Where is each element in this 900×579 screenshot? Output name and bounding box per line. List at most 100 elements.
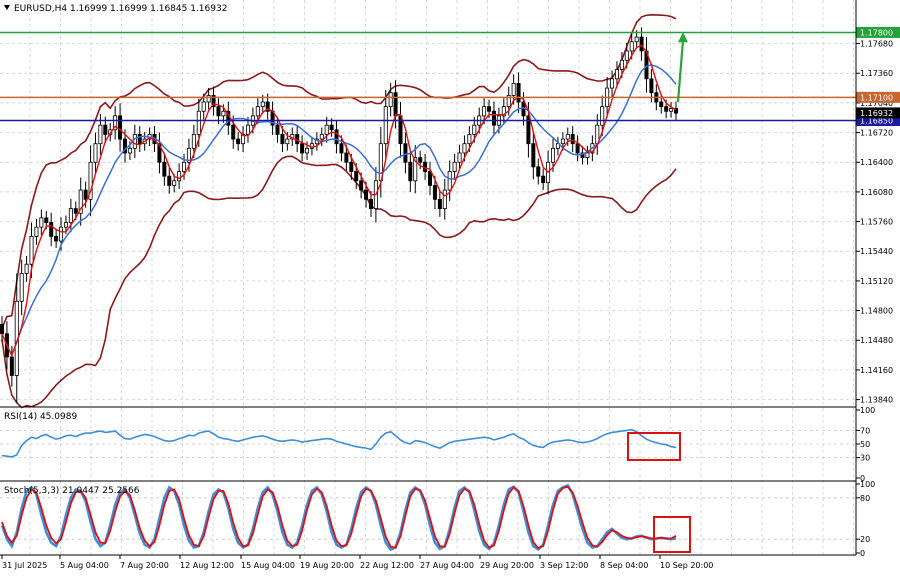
- candle-body: [24, 263, 29, 274]
- candle-body: [280, 134, 285, 145]
- price-level-label: 1.17800: [860, 28, 893, 37]
- candle-body: [600, 106, 605, 126]
- candle-body: [93, 143, 98, 163]
- y-tick-label: 1.15760: [860, 218, 893, 227]
- candle-body: [368, 198, 373, 209]
- candle-body: [275, 124, 280, 135]
- y-tick-label: 1.14480: [860, 336, 893, 345]
- candle-body: [34, 226, 39, 237]
- candle-body: [403, 143, 408, 163]
- x-tick-label: 3 Sep 12:00: [540, 561, 588, 570]
- candle-body: [300, 143, 305, 154]
- candle-body: [196, 110, 201, 135]
- candle-body: [585, 152, 590, 159]
- candle-body: [659, 101, 664, 108]
- price-level-label: 1.17100: [860, 93, 893, 102]
- candle-body: [614, 69, 619, 80]
- candle-body: [349, 161, 354, 172]
- candle-body: [364, 189, 369, 200]
- candle-body: [339, 143, 344, 154]
- candle-body: [634, 36, 639, 43]
- candle-body: [236, 138, 241, 145]
- candle-body: [437, 198, 442, 209]
- candle-body: [551, 147, 556, 163]
- candle-body: [383, 106, 388, 145]
- candle-body: [511, 83, 516, 96]
- y-tick-label: 1.14160: [860, 366, 893, 375]
- x-tick-label: 12 Aug 12:00: [180, 561, 234, 570]
- candle-body: [260, 101, 265, 108]
- candle-body: [177, 171, 182, 182]
- candle-body: [610, 78, 615, 89]
- candle-body: [457, 152, 462, 163]
- candle-body: [63, 222, 68, 228]
- stoch-tick-label: 0: [860, 549, 865, 558]
- candle-body: [305, 147, 310, 154]
- current-price-label: 1.16932: [860, 109, 893, 118]
- rsi-title: RSI(14) 45.0989: [4, 412, 77, 422]
- candle-body: [491, 110, 496, 126]
- candle-body: [536, 166, 541, 177]
- candle-body: [39, 217, 44, 228]
- candle-body: [319, 134, 324, 140]
- candle-body: [560, 138, 565, 145]
- candle-body: [624, 50, 629, 61]
- candle-body: [393, 92, 398, 117]
- candle-body: [408, 161, 413, 182]
- candle-body: [467, 134, 472, 145]
- x-tick-label: 5 Aug 04:00: [60, 561, 109, 570]
- candle-body: [354, 171, 359, 182]
- x-tick-label: 31 Jul 2025: [2, 561, 47, 570]
- y-tick-label: 1.15440: [860, 247, 893, 256]
- candle-body: [54, 236, 59, 242]
- x-tick-label: 15 Aug 04:00: [241, 561, 295, 570]
- x-tick-label: 27 Aug 04:00: [420, 561, 474, 570]
- candle-body: [19, 273, 24, 302]
- candle-body: [132, 134, 137, 149]
- candle-body: [649, 78, 654, 94]
- candle-body: [575, 143, 580, 154]
- candle-body: [255, 106, 260, 117]
- y-tick-label: 1.13840: [860, 396, 893, 405]
- stoch-title: Stoch(5,3,3) 21.0447 25.2566: [4, 486, 140, 496]
- candle-body: [619, 59, 624, 70]
- candle-body: [570, 134, 575, 145]
- chart-canvas: 1.176801.173601.170401.167201.164001.160…: [0, 0, 900, 575]
- candle-body: [0, 324, 4, 335]
- candle-body: [59, 226, 64, 242]
- y-tick-label: 1.15120: [860, 277, 893, 286]
- candle-body: [359, 180, 364, 191]
- candle-body: [162, 161, 167, 177]
- symbol-header: EURUSD,H4 1.16999 1.16999 1.16845 1.1693…: [14, 4, 227, 14]
- candle-body: [216, 106, 221, 117]
- candle-body: [334, 129, 339, 145]
- candle-body: [541, 175, 546, 184]
- candle-body: [49, 222, 54, 237]
- candle-body: [29, 236, 34, 265]
- candle-body: [201, 101, 206, 112]
- candle-body: [482, 106, 487, 117]
- rsi-tick-label: 50: [860, 440, 870, 449]
- rsi-tick-label: 100: [860, 406, 875, 415]
- candle-body: [73, 208, 78, 214]
- y-tick-label: 1.16400: [860, 158, 893, 167]
- candle-body: [669, 108, 674, 112]
- candle-body: [98, 124, 103, 145]
- candle-body: [231, 124, 236, 140]
- chart-window: 1.17680 1.17360 1.17040 1.16720 1.16400 1.160…: [0, 0, 900, 575]
- rsi-tick-label: 30: [860, 454, 870, 463]
- candle-body: [172, 180, 177, 186]
- candle-body: [344, 152, 349, 163]
- x-tick-label: 19 Aug 20:00: [300, 561, 354, 570]
- candle-body: [487, 106, 492, 112]
- candle-body: [103, 124, 108, 135]
- candle-body: [516, 83, 521, 103]
- candle-body: [639, 36, 644, 52]
- candle-body: [245, 124, 250, 135]
- rsi-tick-label: 70: [860, 426, 870, 435]
- candle-body: [137, 134, 142, 145]
- candle-body: [418, 157, 423, 163]
- candle-body: [324, 124, 329, 135]
- candle-body: [462, 143, 467, 154]
- candle-body: [68, 208, 73, 223]
